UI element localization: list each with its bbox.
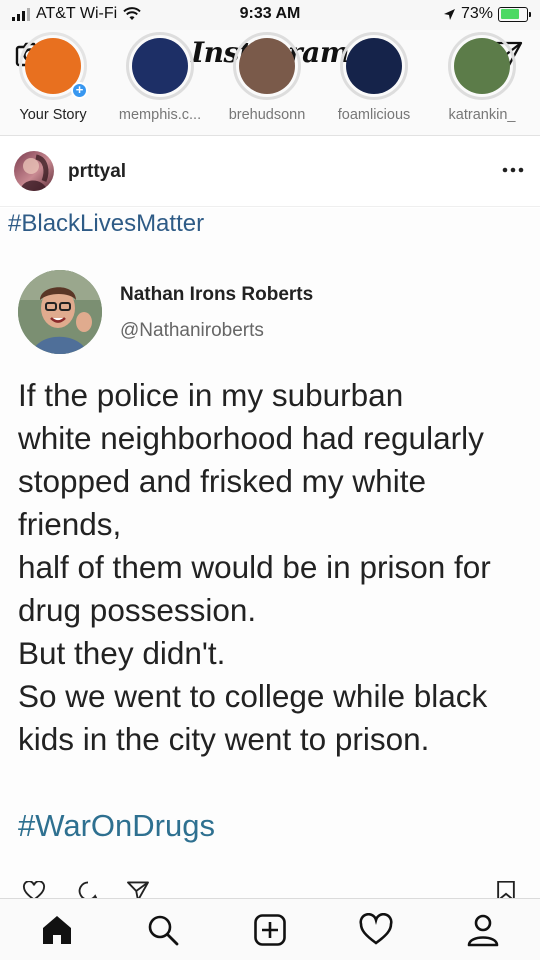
avatar-image [20, 154, 49, 191]
story-label: brehudsonn [228, 107, 306, 123]
tweet-line: But they didn't. [18, 635, 226, 671]
tweet-line: drug possession. [18, 592, 257, 628]
story-thumbnail [346, 38, 402, 94]
story-label: katrankin_ [448, 107, 516, 123]
story-brehudsonn[interactable]: brehudsonn [217, 32, 317, 136]
status-bar: AT&T Wi-Fi 9:33 AM 73% [0, 0, 540, 30]
tweet-text: If the police in my suburban white neigh… [18, 374, 538, 761]
home-icon[interactable] [40, 913, 74, 947]
battery-fill [500, 9, 519, 19]
caption-hashtag: #BlackLivesMatter [8, 210, 205, 237]
story-foamlicious[interactable]: foamlicious [324, 32, 424, 136]
story-label: Your Story [19, 107, 87, 123]
tweet-line: half of them would be in prison for [18, 549, 491, 585]
profile-icon[interactable] [466, 913, 500, 947]
battery-percent: 73% [460, 5, 493, 22]
new-post-icon[interactable] [253, 913, 287, 947]
more-options-icon[interactable] [502, 165, 524, 175]
tweet-author-avatar [18, 270, 102, 354]
bookmark-icon[interactable] [492, 881, 520, 898]
story-thumbnail [454, 38, 510, 94]
story-avatar [126, 32, 194, 100]
heart-icon[interactable] [18, 881, 50, 898]
tweet-hashtag: #WarOnDrugs [18, 808, 215, 843]
location-arrow-icon [443, 8, 455, 20]
tweet-line: white neighborhood had regularly [18, 420, 484, 456]
post-header: prttyal [0, 137, 540, 207]
comment-icon[interactable] [72, 881, 104, 898]
status-right: 73% [443, 5, 531, 23]
add-story-icon[interactable]: + [71, 82, 88, 99]
tweet-line: So we went to college while black [18, 678, 488, 714]
story-avatar [233, 32, 301, 100]
post-image[interactable]: #BlackLivesMatter Nathan Irons Roberts @… [0, 208, 540, 898]
tweet-author-name: Nathan Irons Roberts [120, 284, 314, 305]
bottom-nav [0, 898, 540, 960]
story-label: memphis.c... [118, 107, 202, 123]
story-your-story[interactable]: + Your Story [3, 32, 103, 136]
avatar[interactable] [14, 151, 54, 191]
story-memphis[interactable]: memphis.c... [110, 32, 210, 136]
post-action-row [0, 878, 540, 898]
tweet-line: kids in the city went to prison. [18, 721, 430, 757]
tweet-author-photo [18, 270, 102, 354]
tweet-line: If the police in my suburban [18, 377, 404, 413]
story-thumbnail [132, 38, 188, 94]
tweet-line: stopped and frisked my white [18, 463, 426, 499]
stories-tray: + Your Story memphis.c... brehudsonn foa… [0, 32, 540, 136]
tweet-author-handle: @Nathaniroberts [120, 320, 264, 341]
story-katrankin[interactable]: katrankin_ [432, 32, 532, 136]
story-avatar [340, 32, 408, 100]
tweet-line: friends, [18, 506, 122, 542]
activity-icon[interactable] [359, 913, 393, 947]
story-thumbnail [239, 38, 295, 94]
story-avatar [448, 32, 516, 100]
share-icon[interactable] [122, 881, 154, 898]
story-label: foamlicious [337, 107, 411, 123]
post-username[interactable]: prttyal [68, 161, 126, 183]
battery-icon [498, 6, 531, 22]
search-icon[interactable] [146, 913, 180, 947]
